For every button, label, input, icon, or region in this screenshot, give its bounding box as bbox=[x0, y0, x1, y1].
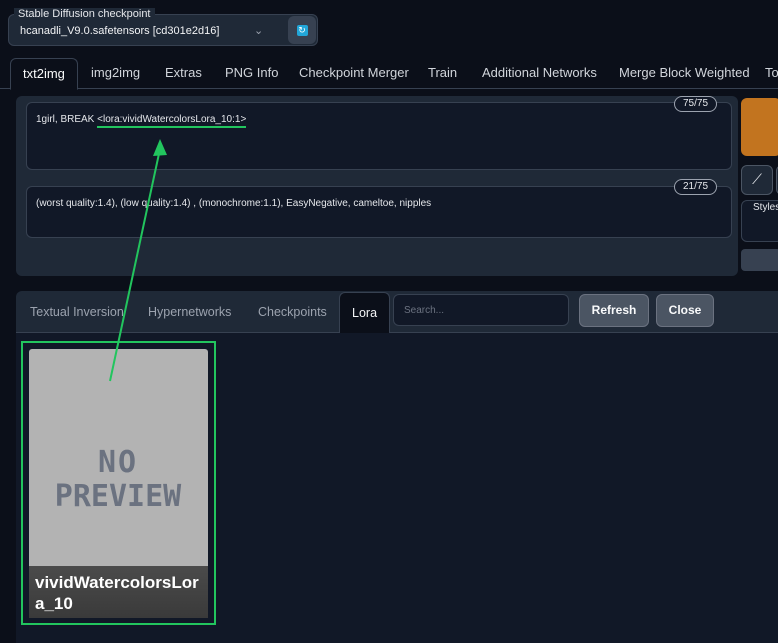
annotation-arrow bbox=[109, 139, 167, 382]
arrow-line bbox=[109, 148, 161, 382]
arrow-head bbox=[153, 139, 167, 156]
